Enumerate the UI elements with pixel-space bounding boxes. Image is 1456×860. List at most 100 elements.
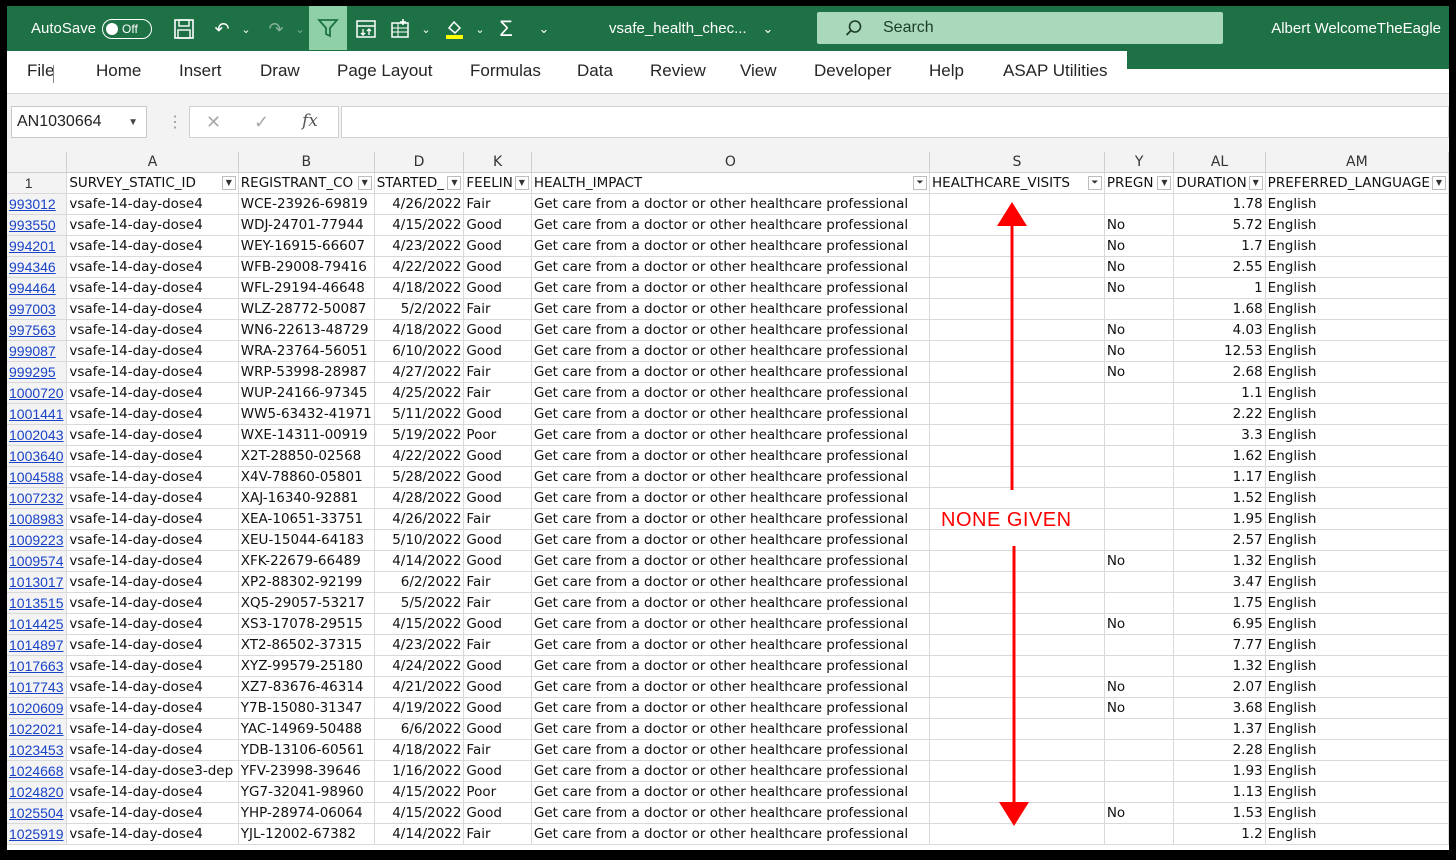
undo-icon[interactable]: ↶ — [209, 16, 235, 42]
header-cell[interactable]: SURVEY_STATIC_ID ▼ — [66, 172, 239, 194]
cell-am[interactable]: English — [1265, 424, 1449, 446]
cell-y[interactable] — [1104, 508, 1175, 530]
cell-k[interactable]: Good — [463, 256, 532, 278]
more-options-icon[interactable]: ⋮ — [167, 112, 183, 132]
cell-k[interactable]: Good — [463, 466, 532, 488]
cell-b[interactable]: YFV-23998-39646 — [238, 760, 375, 782]
cell-d[interactable]: 4/18/2022 — [374, 277, 465, 299]
cell-b[interactable]: WFB-29008-79416 — [238, 256, 375, 278]
cell-al[interactable]: 1.53 — [1173, 802, 1266, 824]
cell-o[interactable]: Get care from a doctor or other healthca… — [531, 256, 931, 278]
cell-al[interactable]: 1.2 — [1173, 823, 1266, 845]
cell-am[interactable]: English — [1265, 319, 1449, 341]
cell-d[interactable]: 4/28/2022 — [374, 487, 465, 509]
cell-al[interactable]: 2.68 — [1173, 361, 1266, 383]
row-number[interactable]: 1013017 — [7, 571, 68, 593]
filter-dropdown-icon[interactable]: ▼ — [221, 175, 236, 190]
cell-al[interactable]: 1.32 — [1173, 550, 1266, 572]
cell-d[interactable]: 4/22/2022 — [374, 256, 465, 278]
enter-icon[interactable]: ✓ — [254, 112, 269, 133]
column-header[interactable]: D — [374, 152, 465, 173]
cell-al[interactable]: 2.57 — [1173, 529, 1266, 551]
cell-o[interactable]: Get care from a doctor or other healthca… — [531, 697, 931, 719]
cell-o[interactable]: Get care from a doctor or other healthca… — [531, 466, 931, 488]
cell-am[interactable]: English — [1265, 571, 1449, 593]
tab-page-layout[interactable]: Page Layout — [337, 61, 432, 81]
cell-b[interactable]: YAC-14969-50488 — [238, 718, 375, 740]
cell-am[interactable]: English — [1265, 235, 1449, 257]
cell-d[interactable]: 5/5/2022 — [374, 592, 465, 614]
cell-a[interactable]: vsafe-14-day-dose4 — [66, 802, 239, 824]
row-number[interactable]: 1007232 — [7, 487, 68, 509]
filter-icon[interactable] — [309, 6, 347, 50]
cancel-icon[interactable]: ✕ — [206, 112, 221, 133]
cell-am[interactable]: English — [1265, 655, 1449, 677]
tab-view[interactable]: View — [740, 61, 777, 81]
cell-am[interactable]: English — [1265, 382, 1449, 404]
tab-formulas[interactable]: Formulas — [470, 61, 541, 81]
cell-a[interactable]: vsafe-14-day-dose4 — [66, 340, 239, 362]
column-header[interactable]: O — [531, 152, 931, 173]
cell-al[interactable]: 12.53 — [1173, 340, 1266, 362]
cell-am[interactable]: English — [1265, 802, 1449, 824]
cell-al[interactable]: 1.95 — [1173, 508, 1266, 530]
cell-o[interactable]: Get care from a doctor or other healthca… — [531, 802, 931, 824]
filter-dropdown-icon[interactable]: ▼ — [447, 175, 462, 190]
insert-function-icon[interactable]: fx — [302, 111, 318, 131]
cell-d[interactable]: 5/19/2022 — [374, 424, 465, 446]
cell-am[interactable]: English — [1265, 256, 1449, 278]
cell-d[interactable]: 4/15/2022 — [374, 802, 465, 824]
cell-o[interactable]: Get care from a doctor or other healthca… — [531, 445, 931, 467]
cell-s[interactable] — [929, 613, 1105, 635]
cell-a[interactable]: vsafe-14-day-dose4 — [66, 424, 239, 446]
row-number[interactable]: 999295 — [7, 361, 68, 383]
undo-dropdown-icon[interactable]: ⌄ — [233, 16, 259, 42]
cell-d[interactable]: 4/26/2022 — [374, 508, 465, 530]
cell-al[interactable]: 1.68 — [1173, 298, 1266, 320]
autosave[interactable]: AutoSave Off — [31, 6, 153, 51]
row-number[interactable]: 1003640 — [7, 445, 68, 467]
cell-b[interactable]: YG7-32041-98960 — [238, 781, 375, 803]
cell-b[interactable]: XS3-17078-29515 — [238, 613, 375, 635]
cell-o[interactable]: Get care from a doctor or other healthca… — [531, 361, 931, 383]
cell-d[interactable]: 4/27/2022 — [374, 361, 465, 383]
cell-a[interactable]: vsafe-14-day-dose4 — [66, 277, 239, 299]
cell-k[interactable]: Good — [463, 550, 532, 572]
fill-color-dropdown-icon[interactable]: ⌄ — [467, 16, 493, 42]
cell-o[interactable]: Get care from a doctor or other healthca… — [531, 214, 931, 236]
cell-b[interactable]: XEA-10651-33751 — [238, 508, 375, 530]
redo-icon[interactable]: ↷ — [263, 16, 289, 42]
cell-d[interactable]: 4/23/2022 — [374, 235, 465, 257]
cell-a[interactable]: vsafe-14-day-dose4 — [66, 823, 239, 845]
file-name[interactable]: vsafe_health_chec... — [609, 6, 747, 51]
row-number[interactable]: 1008983 — [7, 508, 68, 530]
cell-a[interactable]: vsafe-14-day-dose4 — [66, 718, 239, 740]
cell-al[interactable]: 5.72 — [1173, 214, 1266, 236]
cell-y[interactable] — [1104, 739, 1175, 761]
column-header[interactable]: AM — [1265, 152, 1449, 173]
cell-k[interactable]: Good — [463, 235, 532, 257]
row-number[interactable]: 1014425 — [7, 613, 68, 635]
cell-s[interactable] — [929, 529, 1105, 551]
filter-dropdown-icon[interactable]: ▼ — [357, 175, 372, 190]
column-header[interactable]: AL — [1173, 152, 1266, 173]
cell-a[interactable]: vsafe-14-day-dose4 — [66, 466, 239, 488]
row-number[interactable]: 1009223 — [7, 529, 68, 551]
cell-b[interactable]: WXE-14311-00919 — [238, 424, 375, 446]
cell-am[interactable]: English — [1265, 781, 1449, 803]
cell-b[interactable]: XT2-86502-37315 — [238, 634, 375, 656]
cell-d[interactable]: 6/6/2022 — [374, 718, 465, 740]
cell-d[interactable]: 4/18/2022 — [374, 739, 465, 761]
cell-al[interactable]: 1.75 — [1173, 592, 1266, 614]
row-number[interactable]: 1004588 — [7, 466, 68, 488]
cell-o[interactable]: Get care from a doctor or other healthca… — [531, 340, 931, 362]
cell-b[interactable]: XAJ-16340-92881 — [238, 487, 375, 509]
cell-y[interactable] — [1104, 193, 1175, 215]
cell-am[interactable]: English — [1265, 445, 1449, 467]
cell-k[interactable]: Poor — [463, 781, 532, 803]
cell-s[interactable] — [929, 760, 1105, 782]
cell-b[interactable]: XQ5-29057-53217 — [238, 592, 375, 614]
cell-s[interactable] — [929, 550, 1105, 572]
cell-k[interactable]: Good — [463, 676, 532, 698]
cell-b[interactable]: YHP-28974-06064 — [238, 802, 375, 824]
